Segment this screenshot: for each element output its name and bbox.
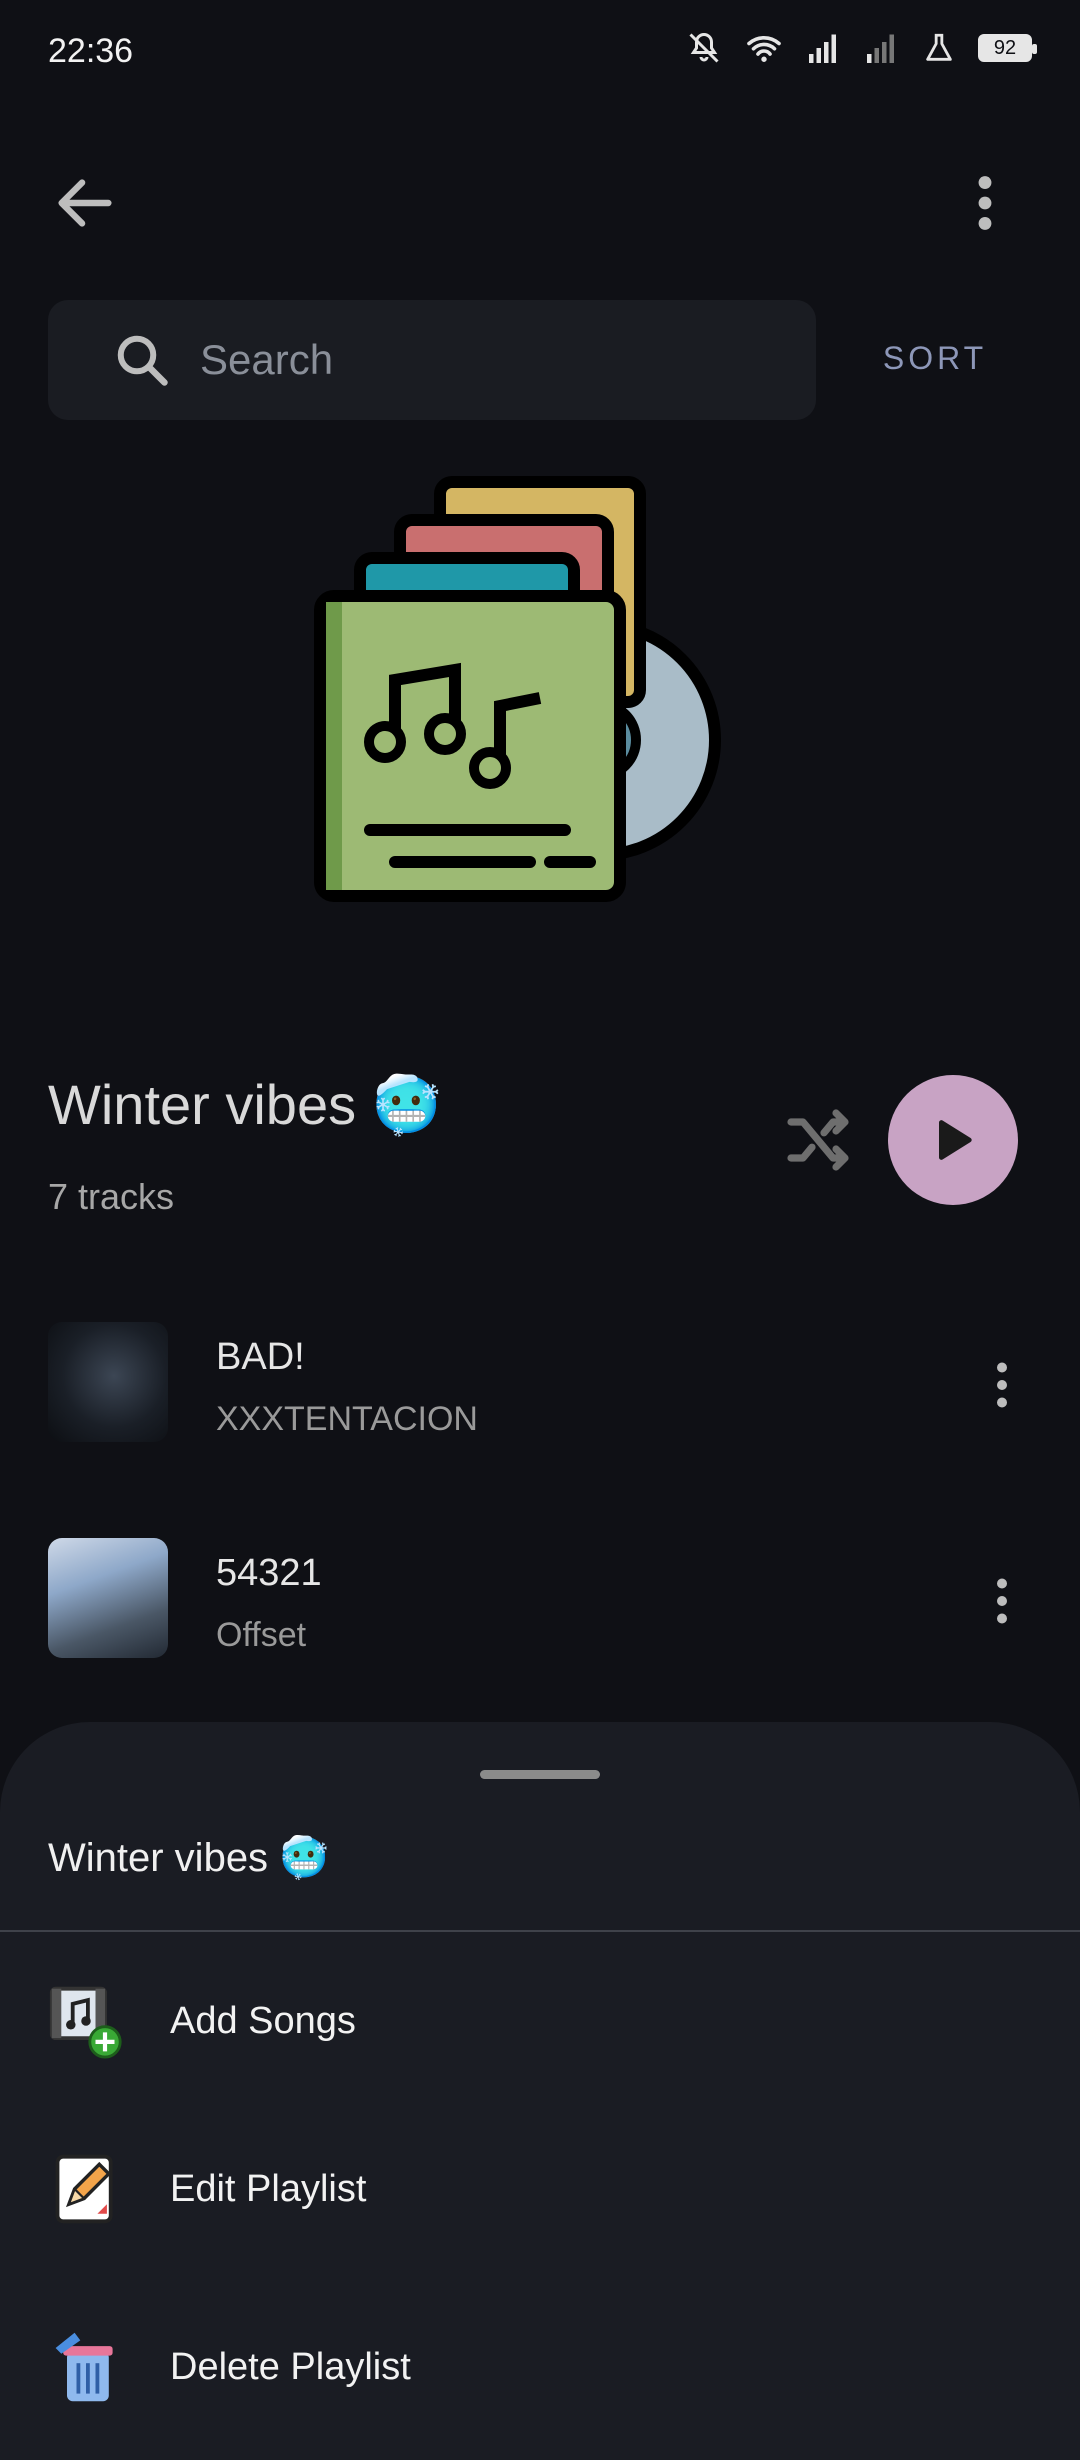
track-row[interactable]: 54321 Offset [48,1538,1032,1664]
edit-playlist-label: Edit Playlist [170,2167,367,2210]
delete-playlist-menu-item[interactable]: Delete Playlist [48,2312,1032,2422]
play-button[interactable] [888,1075,1018,1205]
sheet-drag-handle[interactable] [480,1770,600,1779]
status-icons: 92 [686,30,1037,66]
shuffle-icon[interactable] [782,1104,854,1176]
edit-playlist-icon [55,2154,113,2224]
sort-button[interactable]: SORT [860,340,1010,377]
status-time: 22:36 [48,32,134,70]
mute-icon [689,32,719,63]
track-more-icon[interactable] [972,1350,1032,1420]
search-input[interactable] [198,335,762,385]
lab-flask-icon [926,33,952,61]
search-icon [117,335,168,386]
track-row[interactable]: BAD! XXXTENTACION [48,1322,1032,1448]
add-songs-label: Add Songs [170,1999,356,2042]
add-songs-menu-item[interactable]: Add Songs [48,1966,1032,2076]
sheet-divider [0,1930,1080,1932]
back-arrow-icon[interactable] [50,168,120,238]
playlist-title: Winter vibes 🥶 [48,1073,442,1136]
more-options-icon[interactable] [950,168,1020,238]
signal-icon [809,34,836,63]
track-more-icon[interactable] [972,1566,1032,1636]
signal-weak-icon [867,34,894,63]
track-title: BAD! [216,1336,305,1378]
track-artist: Offset [216,1616,307,1654]
playlist-artwork [314,476,721,902]
delete-playlist-label: Delete Playlist [170,2345,411,2388]
edit-playlist-menu-item[interactable]: Edit Playlist [48,2134,1032,2244]
battery-indicator: 92 [978,34,1037,62]
play-icon [939,1120,972,1160]
track-artist: XXXTENTACION [216,1400,478,1438]
track-thumbnail [48,1538,168,1658]
wifi-icon [747,36,781,62]
track-title: 54321 [216,1552,322,1594]
add-songs-icon [49,1986,122,2059]
track-thumbnail [48,1322,168,1442]
search-bar[interactable] [48,300,816,420]
sheet-title: Winter vibes 🥶 [48,1836,329,1880]
track-count: 7 tracks [48,1176,175,1217]
delete-playlist-icon [55,2332,113,2402]
